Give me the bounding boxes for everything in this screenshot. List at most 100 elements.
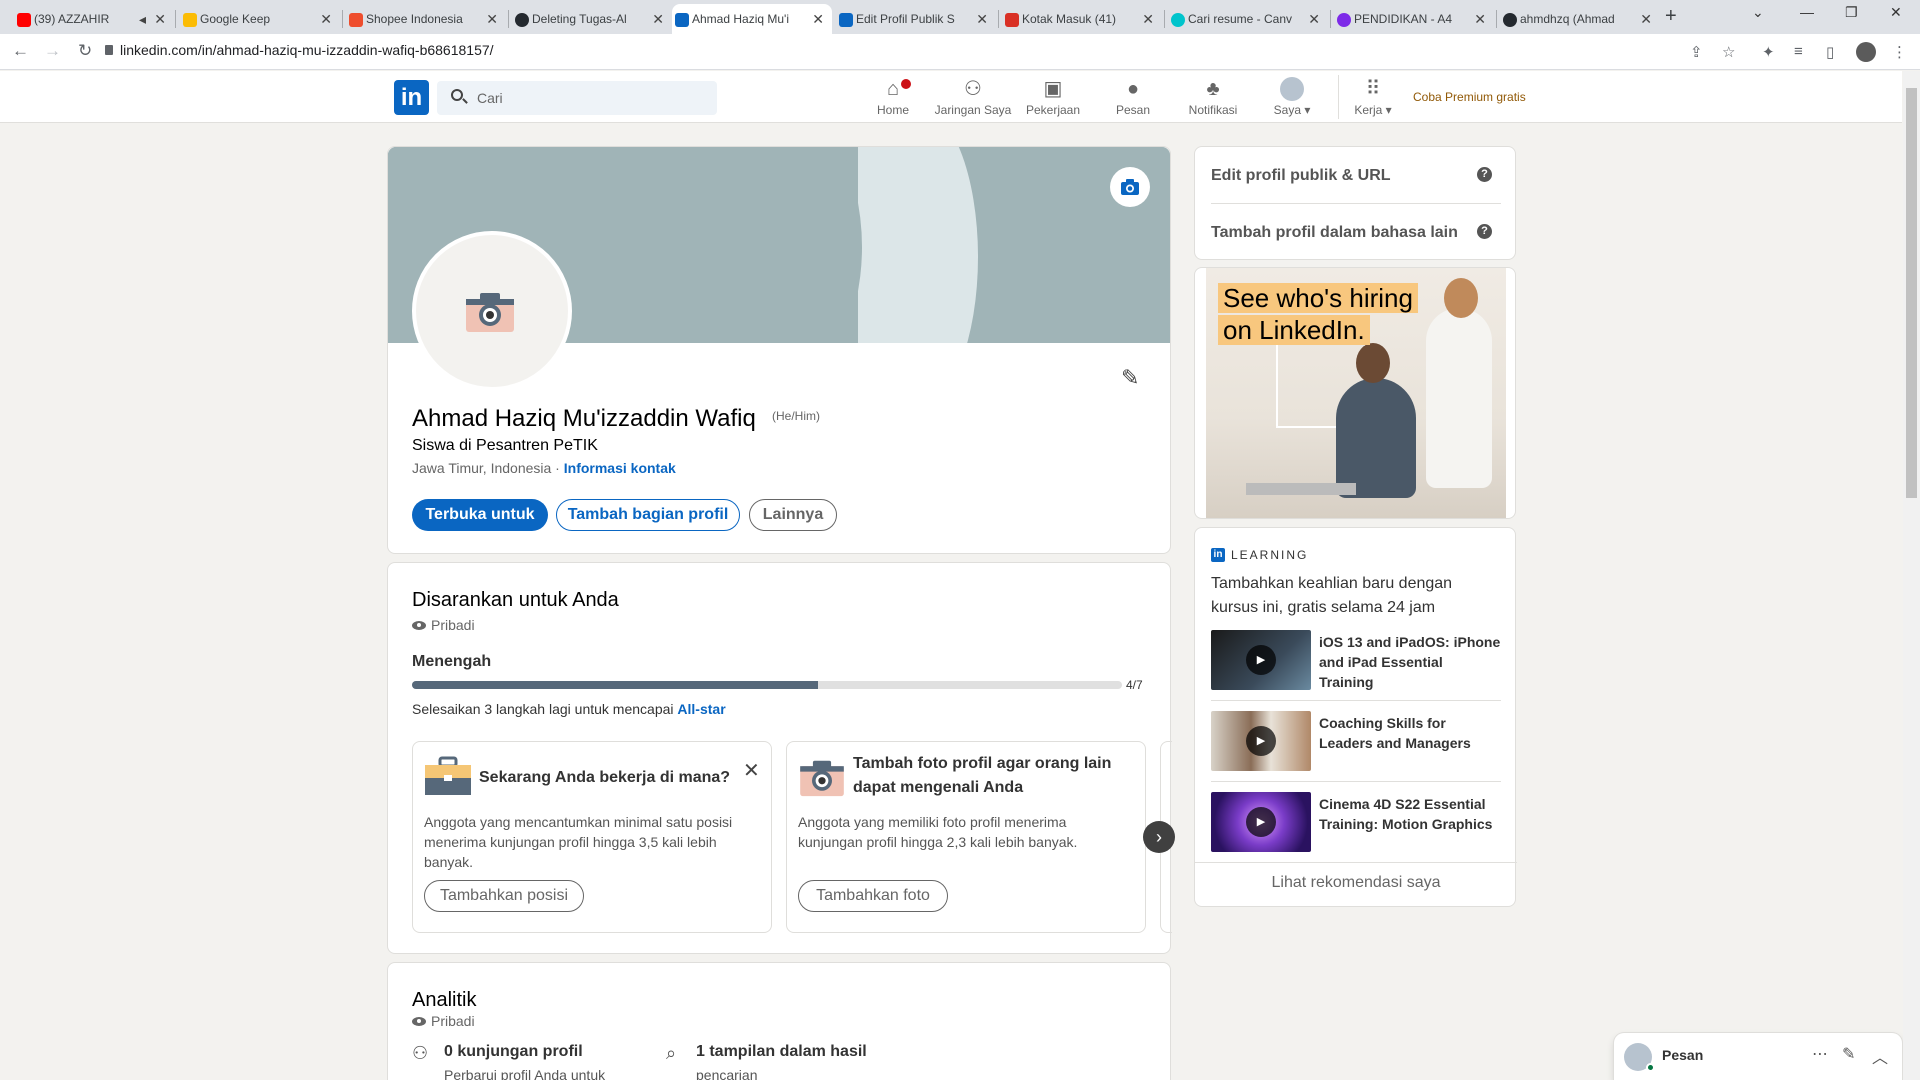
nav-messaging[interactable]: ● Pesan	[1093, 75, 1173, 117]
course-title: iOS 13 and iPadOS: iPhone and iPad Essen…	[1319, 634, 1501, 690]
open-to-button[interactable]: Terbuka untuk	[412, 499, 548, 531]
linkedin-icon	[675, 13, 689, 27]
progress-count: 4/7	[1126, 678, 1143, 692]
carousel-next-button[interactable]: ›	[1143, 821, 1175, 853]
help-icon[interactable]: ?	[1477, 167, 1492, 182]
course-item[interactable]: ▶ Cinema 4D S22 Essential Training: Moti…	[1211, 792, 1501, 854]
message-icon: ●	[1126, 78, 1140, 100]
browser-tab[interactable]: Deleting Tugas-Al ✕	[512, 4, 672, 34]
close-tab-icon[interactable]: ✕	[486, 11, 498, 28]
see-recommendations-link[interactable]: Lihat rekomendasi saya	[1195, 874, 1517, 892]
restore-button[interactable]: ❐	[1845, 4, 1858, 21]
course-title: Cinema 4D S22 Essential Training: Motion…	[1319, 796, 1493, 832]
help-icon[interactable]: ?	[1477, 224, 1492, 239]
search-appearances[interactable]: 1 tampilan dalam hasil	[696, 1043, 867, 1061]
browser-tab[interactable]: Google Keep ✕	[180, 4, 340, 34]
menu-icon[interactable]: ⋮	[1892, 43, 1907, 61]
browser-tab[interactable]: Shopee Indonesia ✕	[346, 4, 506, 34]
browser-profile-avatar[interactable]	[1856, 42, 1876, 62]
close-tab-icon[interactable]: ✕	[812, 11, 824, 28]
briefcase-icon	[425, 756, 471, 795]
bookmark-star-icon[interactable]: ☆	[1722, 43, 1735, 61]
browser-tab-bar: (39) AZZAHIR ◂ ✕ Google Keep ✕ Shopee Indon…	[0, 0, 1920, 34]
close-tab-icon[interactable]: ✕	[1474, 11, 1486, 28]
eye-icon	[412, 620, 426, 630]
browser-tab[interactable]: Kotak Masuk (41) ✕	[1002, 4, 1162, 34]
extensions-icon[interactable]: ✦	[1762, 43, 1775, 61]
premium-link[interactable]: Coba Premium gratis	[1413, 90, 1526, 104]
course-item[interactable]: ▶ iOS 13 and iPadOS: iPhone and iPad Ess…	[1211, 630, 1501, 692]
chevron-up-icon[interactable]: ︿	[1872, 1044, 1888, 1068]
search-input[interactable]: Cari	[437, 81, 717, 115]
minimize-button[interactable]: —	[1800, 4, 1814, 20]
edit-public-profile-link[interactable]: Edit profil publik & URL	[1211, 167, 1391, 185]
learning-card: in LEARNING Tambahkan keahlian baru denga…	[1194, 527, 1517, 907]
close-tab-icon[interactable]: ✕	[154, 11, 166, 28]
tab-search-icon[interactable]: ⌄	[1752, 4, 1764, 21]
add-photo-button[interactable]: Tambahkan foto	[798, 880, 948, 912]
play-icon: ▶	[1246, 807, 1276, 837]
nav-jobs[interactable]: ▣ Pekerjaan	[1013, 75, 1093, 117]
close-tab-icon[interactable]: ✕	[652, 11, 664, 28]
nav-me[interactable]: Saya ▾	[1252, 75, 1332, 117]
more-button[interactable]: Lainnya	[749, 499, 837, 531]
browser-tab[interactable]: Edit Profil Publik S ✕	[836, 4, 996, 34]
media-icon[interactable]: ≡	[1794, 43, 1803, 60]
suggested-card: Disarankan untuk Anda Pribadi Menengah 4…	[387, 562, 1175, 954]
messaging-bar[interactable]: Pesan ⋯ ✎ ︿	[1614, 1033, 1902, 1080]
browser-tab[interactable]: Cari resume - Canv ✕	[1168, 4, 1328, 34]
scrollbar-thumb[interactable]	[1906, 88, 1917, 498]
share-icon[interactable]: ⇪	[1690, 43, 1703, 61]
contact-info-link[interactable]: Informasi kontak	[564, 460, 676, 476]
browser-tab[interactable]: PENDIDIKAN - A4 ✕	[1334, 4, 1494, 34]
course-title: Coaching Skills for Leaders and Managers	[1319, 715, 1471, 751]
url-field[interactable]: linkedin.com/in/ahmad-haziq-mu-izzaddin-…	[120, 42, 494, 58]
all-star-link[interactable]: All-star	[677, 701, 725, 717]
browser-tab[interactable]: ahmdhzq (Ahmad ✕	[1500, 4, 1660, 34]
close-tab-icon[interactable]: ✕	[1640, 11, 1652, 28]
page-scrollbar[interactable]	[1903, 71, 1920, 1080]
grid-icon: ⠿	[1365, 78, 1381, 100]
profile-settings-card: Edit profil publik & URL ? Tambah profil…	[1194, 146, 1516, 260]
add-profile-section-button[interactable]: Tambah bagian profil	[556, 499, 740, 531]
forward-button[interactable]: →	[44, 41, 61, 61]
github-icon	[515, 13, 529, 27]
nav-notifications[interactable]: ♣ Notifikasi	[1173, 75, 1253, 117]
nav-work[interactable]: ⠿ Kerja ▾	[1333, 75, 1413, 117]
linkedin-nav: in Cari ⌂ Home ⚇ Jaringan Saya ▣ Pekerja…	[0, 71, 1902, 123]
camera-icon	[1121, 179, 1139, 195]
mute-icon[interactable]: ◂	[139, 11, 146, 28]
nav-home[interactable]: ⌂ Home	[853, 75, 933, 117]
dismiss-icon[interactable]: ✕	[743, 758, 760, 783]
ad-card[interactable]: See who's hiring on LinkedIn.	[1194, 267, 1516, 519]
eye-icon	[412, 1016, 426, 1026]
close-tab-icon[interactable]: ✕	[1142, 11, 1154, 28]
browser-tab[interactable]: (39) AZZAHIR ◂ ✕	[14, 4, 174, 34]
browser-tab-active[interactable]: Ahmad Haziq Mu'i ✕	[672, 4, 832, 34]
linkedin-logo[interactable]: in	[394, 80, 429, 115]
close-window-button[interactable]: ✕	[1890, 4, 1902, 21]
side-panel-icon[interactable]: ▯	[1826, 43, 1834, 61]
close-tab-icon[interactable]: ✕	[1308, 11, 1320, 28]
nav-network[interactable]: ⚇ Jaringan Saya	[933, 75, 1013, 117]
more-options-icon[interactable]: ⋯	[1812, 1044, 1828, 1064]
course-item[interactable]: ▶ Coaching Skills for Leaders and Manage…	[1211, 711, 1501, 773]
new-tab-button[interactable]: +	[1665, 5, 1677, 28]
edit-profile-pencil-icon[interactable]: ✎	[1121, 365, 1139, 391]
profile-photo[interactable]	[412, 231, 572, 391]
back-button[interactable]: ←	[12, 41, 29, 61]
close-tab-icon[interactable]: ✕	[320, 11, 332, 28]
close-tab-icon[interactable]: ✕	[976, 11, 988, 28]
progress-bar	[412, 681, 1122, 689]
profile-visits-sub: Perbarui profil Anda untuk	[444, 1067, 606, 1080]
ad-image[interactable]: See who's hiring on LinkedIn.	[1206, 268, 1506, 518]
reload-button[interactable]: ↻	[78, 41, 92, 61]
add-position-button[interactable]: Tambahkan posisi	[424, 880, 584, 912]
compose-icon[interactable]: ✎	[1842, 1044, 1855, 1064]
lock-icon[interactable]	[105, 45, 113, 55]
profile-visits[interactable]: 0 kunjungan profil	[444, 1043, 583, 1061]
add-language-profile-link[interactable]: Tambah profil dalam bahasa lain	[1211, 224, 1458, 242]
edit-cover-button[interactable]	[1110, 167, 1150, 207]
suggestion-desc: Anggota yang mencantumkan minimal satu p…	[424, 814, 733, 870]
home-icon: ⌂	[886, 78, 900, 100]
